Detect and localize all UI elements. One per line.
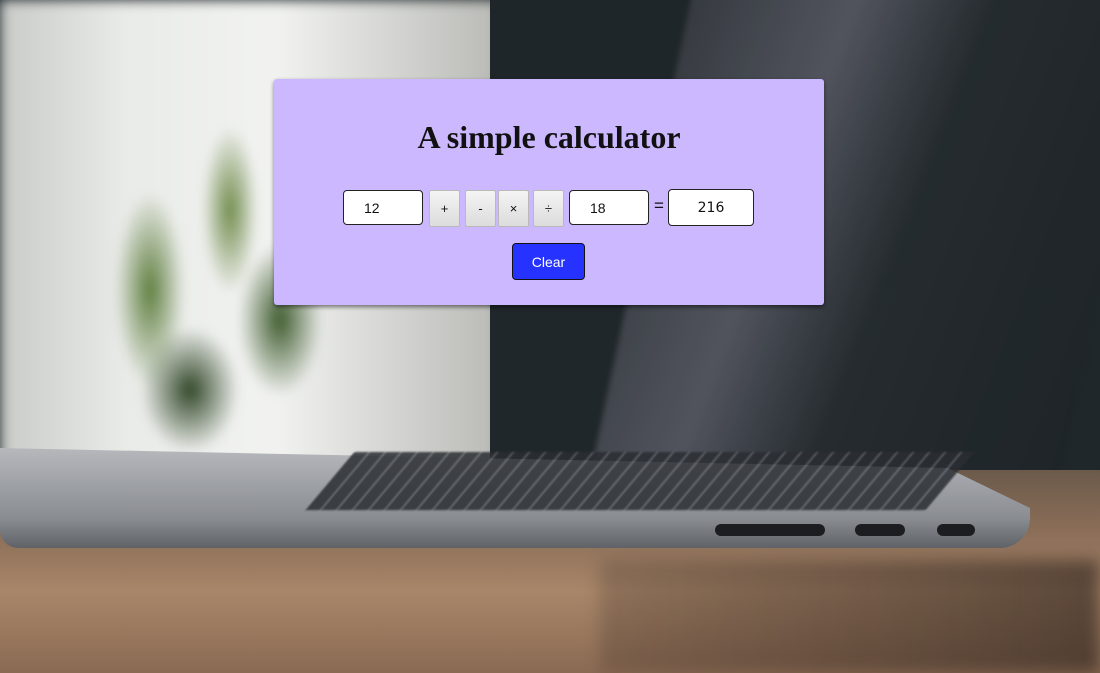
calculator-card: A simple calculator + - × ÷ = Clear xyxy=(274,79,824,305)
multiply-button[interactable]: × xyxy=(498,190,529,227)
subtract-button[interactable]: - xyxy=(465,190,496,227)
equals-sign: = xyxy=(654,196,664,215)
page-title: A simple calculator xyxy=(417,119,681,155)
result-field[interactable] xyxy=(668,189,754,226)
clear-button[interactable]: Clear xyxy=(512,243,585,280)
operand1-input[interactable] xyxy=(343,190,423,225)
divide-button[interactable]: ÷ xyxy=(533,190,564,227)
operand2-input[interactable] xyxy=(569,190,649,225)
add-button[interactable]: + xyxy=(429,190,460,227)
